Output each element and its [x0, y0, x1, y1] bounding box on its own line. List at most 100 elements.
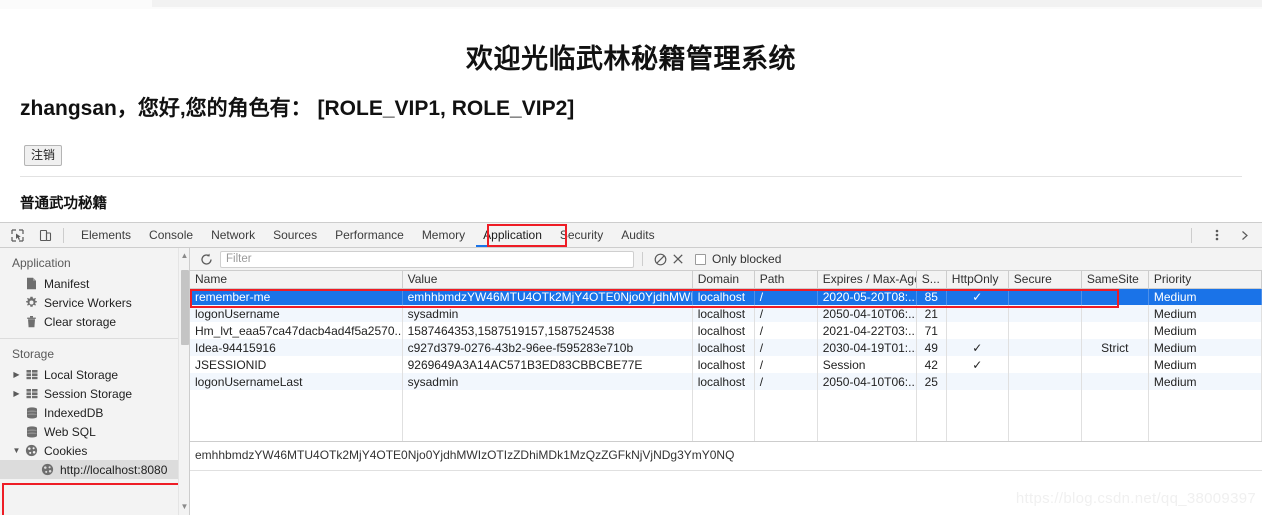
sidebar-item-service-workers[interactable]: Service Workers: [0, 293, 189, 312]
devtools-tabbar-right: [1184, 225, 1262, 245]
column-header-expires[interactable]: Expires / Max-Age: [817, 271, 917, 289]
cell-httponly: ✓: [946, 339, 1009, 356]
cell-secure: [1008, 339, 1082, 356]
sidebar-item-clear-storage[interactable]: Clear storage: [0, 312, 189, 331]
cell-expires: 2030-04-19T01:...: [817, 339, 917, 356]
chevron-right-icon[interactable]: ▶: [12, 370, 21, 379]
refresh-icon[interactable]: [196, 250, 216, 268]
cell-path: /: [754, 305, 818, 322]
cell-expires: 2020-05-20T08:...: [817, 288, 917, 305]
cell-name: Hm_lvt_eaa57ca47dacb4ad4f5a2570...: [190, 322, 403, 339]
sidebar-item-indexeddb[interactable]: IndexedDB: [0, 403, 189, 422]
table-row[interactable]: Idea-94415916 c927d379-0276-43b2-96ee-f5…: [190, 339, 1262, 356]
cookies-table: Name Value Domain Path Expires / Max-Age…: [190, 271, 1262, 441]
cell-value: sysadmin: [402, 305, 693, 322]
only-blocked-label[interactable]: Only blocked: [712, 252, 781, 266]
sidebar-scrollbar-thumb[interactable]: [181, 270, 189, 345]
cell-samesite: [1081, 322, 1149, 339]
cookies-filterbar: Only blocked: [190, 248, 1262, 271]
more-options-icon[interactable]: [1206, 225, 1228, 245]
sidebar-item-label: Manifest: [44, 276, 90, 291]
chevron-down-icon[interactable]: ▼: [12, 446, 21, 455]
tab-performance[interactable]: Performance: [326, 223, 413, 247]
column-header-secure[interactable]: Secure: [1008, 271, 1082, 289]
sidebar-scrollbar[interactable]: ▲ ▼: [178, 248, 189, 515]
preview-divider: [190, 470, 1262, 471]
cookie-value-preview-text: emhhbmdzYW46MTU4OTk2MjY4OTE0Njo0YjdhMWIz…: [195, 448, 735, 462]
cell-samesite: [1081, 373, 1149, 390]
scroll-up-icon[interactable]: ▲: [180, 251, 189, 261]
block-icon[interactable]: [651, 250, 669, 268]
cell-secure: [1008, 305, 1082, 322]
table-row[interactable]: logonUsername sysadmin localhost / 2050-…: [190, 305, 1262, 322]
tab-audits[interactable]: Audits: [612, 223, 663, 247]
sidebar-item-manifest[interactable]: Manifest: [0, 274, 189, 293]
tab-console[interactable]: Console: [140, 223, 202, 247]
database-icon: [24, 425, 39, 438]
cell-value: 9269649A3A14AC571B3ED83CBBCBE77E: [402, 356, 693, 373]
table-row[interactable]: logonUsernameLast sysadmin localhost / 2…: [190, 373, 1262, 390]
cell-expires: 2021-04-22T03:...: [817, 322, 917, 339]
cell-value: 1587464353,1587519157,1587524538: [402, 322, 693, 339]
tab-security[interactable]: Security: [551, 223, 612, 247]
document-icon: [24, 277, 39, 290]
cell-priority: Medium: [1148, 356, 1262, 373]
cell-name: logonUsernameLast: [190, 373, 403, 390]
cell-secure: [1008, 288, 1082, 305]
toolbar-separator-right: [1191, 227, 1192, 243]
cell-httponly: [946, 373, 1009, 390]
cell-name: Idea-94415916: [190, 339, 403, 356]
tab-network[interactable]: Network: [202, 223, 264, 247]
close-devtools-icon[interactable]: [1234, 225, 1256, 245]
chevron-right-icon[interactable]: ▶: [12, 389, 21, 398]
sidebar-item-label: Service Workers: [44, 295, 132, 310]
cell-size: 71: [916, 322, 947, 339]
browser-top-strip-inner: [152, 0, 1262, 7]
column-header-value[interactable]: Value: [402, 271, 693, 289]
devtools-main: Only blocked Name Value Domain: [190, 248, 1262, 515]
cell-priority: Medium: [1148, 339, 1262, 356]
cell-size: 42: [916, 356, 947, 373]
devtools-sidebar: Application Manifest Service Workers Cle…: [0, 248, 190, 515]
cell-size: 25: [916, 373, 947, 390]
sidebar-item-web-sql[interactable]: Web SQL: [0, 422, 189, 441]
sidebar-item-cookie-origin[interactable]: http://localhost:8080: [0, 460, 189, 479]
sidebar-group-storage: Storage: [12, 347, 55, 361]
column-header-name[interactable]: Name: [190, 271, 403, 289]
cell-expires: 2050-04-10T06:...: [817, 373, 917, 390]
cell-value: c927d379-0276-43b2-96ee-f595283e710b: [402, 339, 693, 356]
logout-button[interactable]: 注销: [24, 145, 62, 166]
cell-priority: Medium: [1148, 305, 1262, 322]
only-blocked-checkbox[interactable]: [695, 253, 706, 265]
sidebar-item-session-storage[interactable]: ▶ Session Storage: [0, 384, 189, 403]
cookie-icon: [24, 444, 39, 457]
table-row[interactable]: Hm_lvt_eaa57ca47dacb4ad4f5a2570... 15874…: [190, 322, 1262, 339]
close-icon[interactable]: [669, 250, 687, 268]
sidebar-divider: [0, 338, 189, 339]
tab-sources[interactable]: Sources: [264, 223, 326, 247]
database-icon: [24, 406, 39, 419]
column-header-priority[interactable]: Priority: [1148, 271, 1262, 289]
tab-elements[interactable]: Elements: [72, 223, 140, 247]
table-row[interactable]: remember-me emhhbmdzYW46MTU4OTk2MjY4OTE0…: [190, 288, 1262, 305]
tab-memory[interactable]: Memory: [413, 223, 474, 247]
column-header-httponly[interactable]: HttpOnly: [946, 271, 1009, 289]
cell-domain: localhost: [692, 356, 755, 373]
scroll-down-icon[interactable]: ▼: [180, 502, 189, 512]
cell-domain: localhost: [692, 288, 755, 305]
sidebar-item-cookies[interactable]: ▼ Cookies: [0, 441, 189, 460]
sidebar-item-label: http://localhost:8080: [60, 462, 168, 477]
column-header-size[interactable]: S...: [916, 271, 947, 289]
filter-input[interactable]: [220, 250, 634, 268]
column-header-path[interactable]: Path: [754, 271, 818, 289]
inspect-element-icon[interactable]: [6, 225, 28, 245]
table-row[interactable]: JSESSIONID 9269649A3A14AC571B3ED83CBBCBE…: [190, 356, 1262, 373]
cell-secure: [1008, 373, 1082, 390]
column-header-domain[interactable]: Domain: [692, 271, 755, 289]
trash-icon: [24, 315, 39, 328]
cell-secure: [1008, 322, 1082, 339]
tab-application[interactable]: Application: [474, 223, 551, 247]
column-header-samesite[interactable]: SameSite: [1081, 271, 1149, 289]
toggle-device-toolbar-icon[interactable]: [34, 225, 56, 245]
sidebar-item-local-storage[interactable]: ▶ Local Storage: [0, 365, 189, 384]
